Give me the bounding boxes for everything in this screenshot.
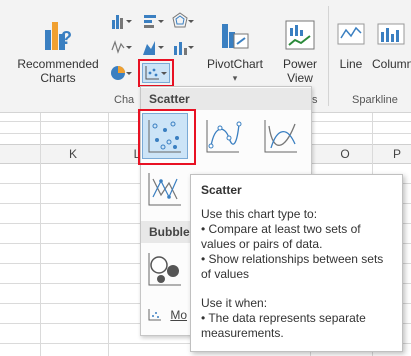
power-view-button[interactable]: Power View [276,18,324,85]
scatter-small-icon [145,66,167,80]
scatter-tooltip: Scatter Use this chart type to: • Compar… [190,174,403,352]
tooltip-line: • Compare at least two sets of [201,222,361,236]
ribbon-separator [328,6,329,106]
power-view-icon [285,20,315,50]
stock-chart-icon[interactable] [110,38,132,56]
more-scatter-charts-label: Mo [170,307,188,322]
power-view-label-2: View [287,71,313,85]
pivotchart-label: PivotChart [206,57,264,71]
scatter-section-header: Scatter [141,88,311,110]
svg-text:?: ? [61,28,72,48]
recommended-charts-icon: ? [45,22,72,50]
column-header-o[interactable]: O [338,147,352,161]
scatter-smooth-lines-markers-thumbnail[interactable] [201,114,245,158]
recommended-charts-label-2: Charts [40,71,76,85]
tooltip-title: Scatter [201,183,242,197]
tooltip-line: of values [201,267,250,281]
charts-group-label-tail: s [312,94,318,106]
column-header-k[interactable]: K [66,147,80,161]
tooltip-line: Use this chart type to: [201,207,318,221]
sparkline-column-icon [377,23,405,45]
grid-line [108,113,109,356]
column-header-p[interactable]: P [390,147,404,161]
sparkline-line-label: Line [339,57,363,71]
recommended-charts-button[interactable]: ? Recommended Charts [12,18,104,85]
recommended-charts-label-1: Recommended [17,57,99,71]
scatter-mini-icon [148,308,161,321]
bar-chart-icon[interactable] [142,12,164,30]
tooltip-line: • The data represents separate [201,311,366,325]
pivotchart-icon [222,24,249,49]
tooltip-line: Use it when: [201,296,268,310]
radar-chart-icon[interactable] [172,12,194,30]
combo-chart-icon[interactable] [172,38,194,56]
pie-chart-icon[interactable] [110,64,132,82]
tooltip-line: values or pairs of data. [201,237,323,251]
scatter-chart-button[interactable] [142,63,170,83]
sparkline-line-icon [337,23,365,45]
power-view-label-1: Power [282,57,317,71]
scatter-straight-lines-markers-thumbnail[interactable] [143,167,187,211]
sparkline-column-label: Column [372,57,411,71]
charts-group-label: Cha [114,94,135,106]
column-chart-icon[interactable] [110,12,132,30]
tooltip-line: measurements. [201,326,284,340]
area-chart-icon[interactable] [142,38,164,56]
sparkline-column-button[interactable]: Column [372,18,411,71]
tooltip-line: • Show relationships between sets [201,252,384,266]
scatter-smooth-lines-thumbnail[interactable] [259,114,303,158]
grid-line [40,113,41,356]
scatter-thumbnail[interactable] [142,113,188,159]
sparkline-line-button[interactable]: Line [332,18,370,71]
sparklines-group-label: Sparkline [352,94,398,106]
pivotchart-button[interactable]: PivotChart ▾ [200,18,270,85]
pivotchart-dropdown-icon: ▾ [232,73,238,83]
bubble-thumbnail[interactable] [143,247,187,291]
